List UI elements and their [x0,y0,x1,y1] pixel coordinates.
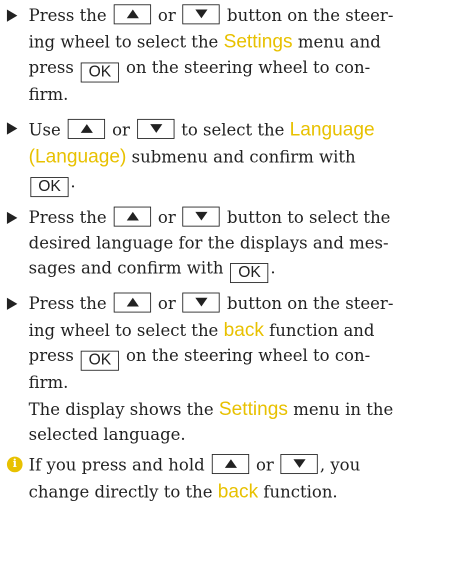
instruction-step-1: Press the or button on the steer- ing wh… [6,3,403,107]
note-text: you [330,455,361,475]
step-text: desired language for the displays and me… [28,233,389,253]
note-text: , [319,455,326,475]
note-text: or [255,455,274,475]
step-text: Press the [28,294,107,314]
ok-button-icon: OK [230,263,269,284]
info-icon: i [6,456,23,473]
display-text-back: back [217,480,259,502]
down-button-icon [182,206,221,227]
note-text: function. [263,482,338,502]
step-text: submenu and confirm with [131,147,356,167]
step-text: press [28,58,74,78]
result-text: The display shows the [28,400,214,420]
up-button-icon [211,454,249,475]
step-text: function and [269,321,375,341]
step-text: or [157,294,176,314]
ok-button-icon: OK [30,177,69,198]
instruction-step-3: Press the or button to select the desire… [6,206,403,284]
bullet-arrow-icon [6,9,18,22]
instruction-step-4: Press the or button on the steer- ing wh… [6,292,403,396]
step-text: Press the [28,6,107,26]
step-text: or [112,120,130,140]
result-text: menu in the [293,400,394,420]
up-button-icon [67,118,106,139]
info-note: i If you press and hold or , you change … [6,453,403,505]
step-text: on the steering wheel to con- [125,346,371,366]
note-text: change directly to the [28,482,213,502]
bullet-arrow-icon [6,122,18,135]
instruction-step-2: Use or to select the Language (Language)… [6,116,403,198]
step-text: firm. [28,373,69,393]
step-text: button on the steer- [227,6,394,26]
up-button-icon [113,292,151,313]
step-text: ing wheel to select the [28,32,219,53]
display-text-language: Language [289,118,375,140]
step-text: press [28,346,74,366]
display-text-settings: Settings [223,30,293,53]
step-text: to select the [181,120,285,140]
down-button-icon [280,454,319,475]
display-text-settings: Settings [218,397,288,420]
step-text: button to select the [227,208,391,228]
step-text: sages and confirm with [28,258,224,278]
display-text-back: back [223,318,264,341]
down-button-icon [182,4,221,25]
up-button-icon [113,206,151,227]
ok-button-icon: OK [80,350,119,371]
ok-button-icon: OK [80,62,119,83]
step-text: . [70,172,76,192]
bullet-arrow-icon [6,297,18,310]
step-4-result: The display shows the Settings menu in t… [7,396,403,448]
display-text-language-sub: (Language) [28,144,127,167]
down-button-icon [182,292,221,313]
step-text: Press the [28,208,107,228]
bullet-arrow-icon [6,211,18,224]
step-text: . [270,258,276,278]
down-button-icon [136,118,175,139]
step-text: Use [28,120,61,140]
step-text: or [157,208,176,228]
step-text: button on the steer- [227,294,394,314]
step-text: on the steering wheel to con- [125,58,371,78]
result-text: selected language. [28,425,186,445]
step-text: or [157,6,176,26]
step-text: ing wheel to select the [28,321,219,341]
step-text: firm. [28,85,69,105]
note-text: If you press and hold [28,455,205,475]
up-button-icon [113,4,151,25]
step-text: menu and [297,32,381,53]
